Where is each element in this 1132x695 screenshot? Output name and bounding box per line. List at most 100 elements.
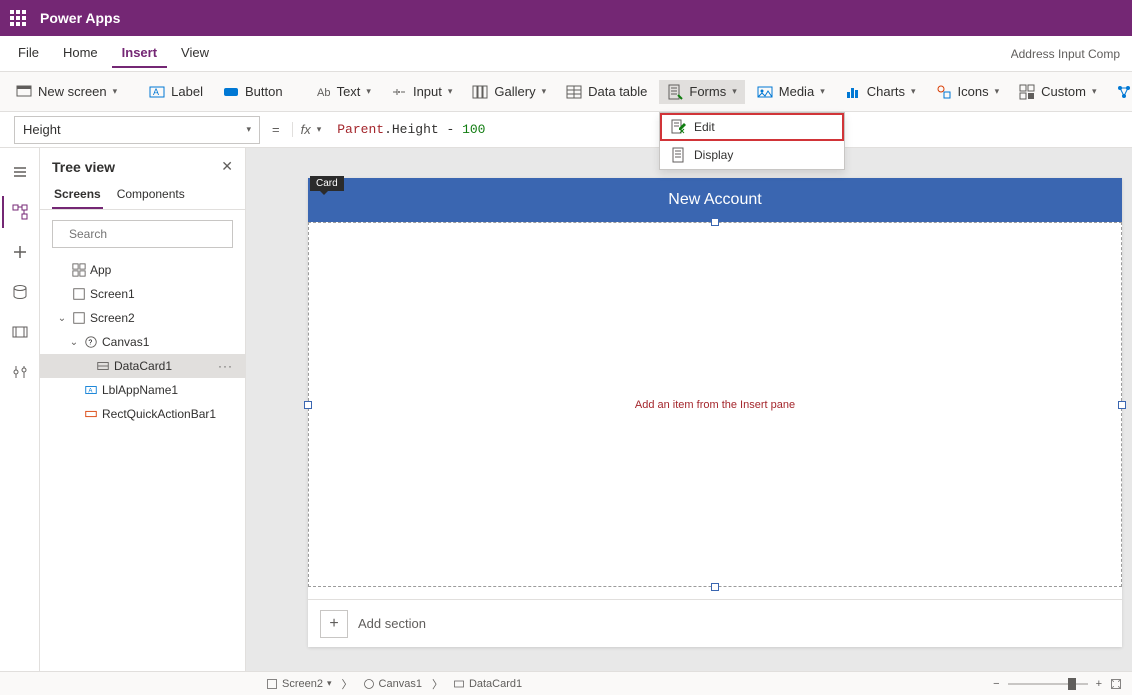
tree-node-label: Canvas1 <box>102 335 149 349</box>
chevron-down-icon: ▾ <box>995 86 1000 97</box>
formula-bar: Height ▾ = fx▾ Parent.Height - 100 <box>0 112 1132 148</box>
input-label: Input <box>413 84 442 99</box>
input-button[interactable]: Input ▾ <box>383 80 460 104</box>
forms-display-item[interactable]: Display <box>660 141 844 169</box>
close-tree-view[interactable]: ✕ <box>221 158 233 175</box>
label-label: Label <box>171 84 203 99</box>
gallery-button[interactable]: Gallery▾ <box>464 80 554 104</box>
tree-node-label: Screen1 <box>90 287 135 301</box>
charts-button[interactable]: Charts▾ <box>837 80 924 104</box>
tree-node-canvas1[interactable]: ⌄ ? Canvas1 <box>40 330 245 354</box>
equals-sign: = <box>260 122 292 137</box>
new-screen-button[interactable]: New screen▾ <box>8 80 125 104</box>
tree-tab-screens[interactable]: Screens <box>52 181 103 209</box>
zoom-slider[interactable] <box>1008 683 1088 685</box>
add-section-icon[interactable]: + <box>320 610 348 638</box>
chevron-down-icon: ▾ <box>820 86 825 97</box>
custom-button[interactable]: Custom▾ <box>1011 80 1104 104</box>
rail-media[interactable] <box>4 316 36 348</box>
card-header[interactable]: Card New Account <box>308 178 1122 222</box>
button-button[interactable]: Button <box>215 80 291 104</box>
property-name: Height <box>23 122 61 137</box>
datacard-selected[interactable]: Add an item from the Insert pane <box>308 222 1122 587</box>
add-section-row[interactable]: + Add section <box>308 599 1122 647</box>
datacard-icon <box>96 359 110 373</box>
forms-edit-item[interactable]: Edit <box>660 113 844 141</box>
rail-advanced-tools[interactable] <box>4 356 36 388</box>
custom-icon <box>1019 84 1035 100</box>
expand-icon[interactable]: ⌄ <box>56 313 68 324</box>
tree-node-more[interactable]: ··· <box>218 359 239 373</box>
icons-button[interactable]: Icons▾ <box>928 80 1008 104</box>
left-rail <box>0 148 40 671</box>
tools-icon <box>12 364 28 380</box>
database-icon <box>12 284 28 300</box>
rail-data[interactable] <box>4 276 36 308</box>
text-icon: Ab <box>315 84 331 100</box>
tree-node-rectquick[interactable]: RectQuickActionBar1 <box>40 402 245 426</box>
resize-handle-right[interactable] <box>1118 401 1126 409</box>
tree-node-screen2[interactable]: ⌄ Screen2 <box>40 306 245 330</box>
tree-search-input[interactable] <box>67 226 226 242</box>
forms-label: Forms <box>689 84 726 99</box>
expand-icon[interactable]: ⌄ <box>68 337 80 348</box>
resize-handle-bottom[interactable] <box>711 583 719 591</box>
formula-token-operator: - <box>439 122 462 137</box>
custom-label: Custom <box>1041 84 1086 99</box>
datatable-button[interactable]: Data table <box>558 80 655 104</box>
canvas-area[interactable]: Card New Account Add an item from the In… <box>246 148 1132 671</box>
chevron-down-icon: ▾ <box>448 86 453 97</box>
rail-tree-view[interactable] <box>2 196 36 228</box>
rail-insert[interactable] <box>4 236 36 268</box>
forms-button[interactable]: Forms▾ <box>659 80 744 104</box>
menu-insert[interactable]: Insert <box>112 39 167 68</box>
breadcrumb-screen2[interactable]: Screen2 ▾ <box>260 676 338 692</box>
add-section-label: Add section <box>358 616 426 631</box>
resize-handle-left[interactable] <box>304 401 312 409</box>
label-button[interactable]: A Label <box>141 80 211 104</box>
tree-node-screen1[interactable]: Screen1 <box>40 282 245 306</box>
svg-text:Ab: Ab <box>317 87 330 99</box>
fit-icon[interactable] <box>1110 678 1122 690</box>
breadcrumb-datacard1[interactable]: DataCard1 <box>447 676 528 692</box>
form-edit-icon <box>670 119 686 135</box>
tree-tab-components[interactable]: Components <box>115 181 187 209</box>
app-name: Power Apps <box>40 10 120 26</box>
screen-icon <box>72 287 86 301</box>
media-button[interactable]: Media ▾ <box>749 80 833 104</box>
property-dropdown[interactable]: Height ▾ <box>14 116 260 144</box>
button-label: Button <box>245 84 283 99</box>
breadcrumb-label: DataCard1 <box>469 678 522 690</box>
svg-text:A: A <box>153 87 159 97</box>
datatable-label: Data table <box>588 84 647 99</box>
label-icon: A <box>84 383 98 397</box>
menu-view[interactable]: View <box>171 39 219 68</box>
zoom-in[interactable]: + <box>1096 678 1102 690</box>
canvas-screen[interactable]: Card New Account Add an item from the In… <box>308 178 1122 647</box>
tree-node-lblappname1[interactable]: A LblAppName1 <box>40 378 245 402</box>
zoom-out[interactable]: − <box>993 678 999 690</box>
tree-search[interactable] <box>52 220 233 248</box>
chevron-down-icon: ▾ <box>327 678 332 689</box>
tree-node-datacard1[interactable]: DataCard1 ··· <box>40 354 245 378</box>
form-display-icon <box>670 147 686 163</box>
zoom-thumb[interactable] <box>1068 678 1076 690</box>
media-label: Media <box>779 84 814 99</box>
fx-button[interactable]: fx▾ <box>292 122 330 137</box>
tree-node-app[interactable]: App <box>40 258 245 282</box>
app-launcher-icon[interactable] <box>10 10 26 26</box>
text-button[interactable]: Ab Text▾ <box>307 80 379 104</box>
canvas-icon <box>363 678 375 690</box>
ai-builder-icon <box>1116 84 1132 100</box>
rail-hamburger[interactable] <box>4 156 36 188</box>
ai-builder-button[interactable]: AI Builder▾ <box>1108 80 1132 104</box>
breadcrumb-canvas1[interactable]: Canvas1 <box>357 676 428 692</box>
menu-home[interactable]: Home <box>53 39 108 68</box>
card-placeholder-text: Add an item from the Insert pane <box>635 399 795 411</box>
label-icon: A <box>149 84 165 100</box>
resize-handle-top[interactable] <box>711 218 719 226</box>
svg-text:?: ? <box>88 340 92 347</box>
properties-pane-title: Address Input Comp <box>1011 47 1124 61</box>
menu-file[interactable]: File <box>8 39 49 68</box>
screen-icon <box>266 678 278 690</box>
